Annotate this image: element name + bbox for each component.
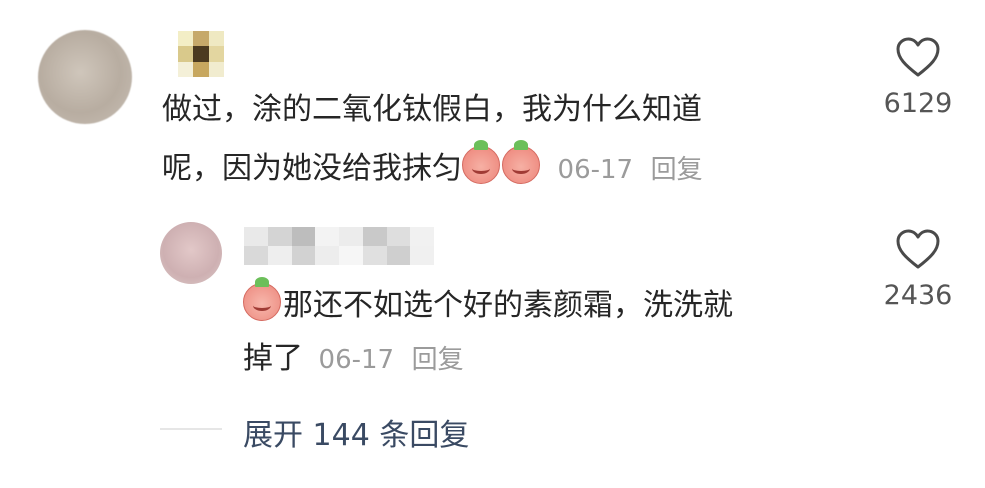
heart-icon[interactable]: [895, 36, 941, 78]
commenter-avatar[interactable]: [38, 30, 132, 124]
reply-text-line1-text: 那还不如选个好的素颜霜，洗洗就: [283, 288, 733, 323]
expand-divider: [160, 428, 222, 430]
reply-date: 06-17: [318, 345, 395, 375]
replier-username-blurred[interactable]: [244, 227, 434, 265]
reply-like-count: 2436: [883, 280, 953, 311]
laugh-cry-emoji: [502, 140, 540, 184]
reply-reply-button[interactable]: 回复: [412, 345, 464, 375]
reply-text-line1: 那还不如选个好的素颜霜，洗洗就: [243, 277, 733, 326]
heart-icon[interactable]: [895, 228, 941, 270]
laugh-cry-emoji: [462, 140, 500, 184]
comment-reply-button[interactable]: 回复: [651, 155, 703, 185]
comment-text-line2-text: 呢，因为她没给我抹匀: [162, 151, 462, 186]
reply-text-line2: 掉了 06-17 回复: [243, 339, 464, 380]
comment-date: 06-17: [557, 155, 634, 185]
comment-like-count: 6129: [883, 88, 953, 119]
replier-avatar[interactable]: [160, 222, 222, 284]
crying-emoji: [243, 277, 281, 321]
reply-text-line2-text: 掉了: [243, 341, 303, 376]
expand-replies-button[interactable]: 展开 144 条回复: [243, 410, 469, 454]
reply-like[interactable]: 2436: [878, 228, 958, 311]
comment-text-line2: 呢，因为她没给我抹匀 06-17 回复: [162, 140, 703, 190]
commenter-username-blurred[interactable]: [178, 31, 224, 77]
comment-text-line1: 做过，涂的二氧化钛假白，我为什么知道: [162, 92, 702, 127]
comment-like[interactable]: 6129: [878, 36, 958, 119]
